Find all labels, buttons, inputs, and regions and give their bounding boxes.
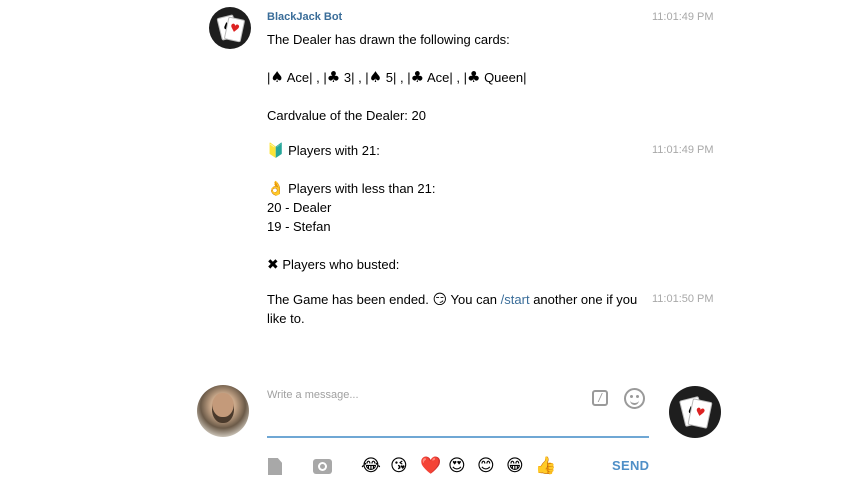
game-ended-line: The Game has been ended. 😏 You can /star… bbox=[267, 291, 637, 309]
heart-eyes-emoji[interactable]: 😍 bbox=[448, 456, 466, 476]
club-icon: ♣ bbox=[326, 68, 341, 86]
game-ended-line2: like to. bbox=[267, 311, 305, 326]
card-label: Queen| bbox=[484, 70, 527, 85]
heart-emoji[interactable]: ❤️ bbox=[420, 456, 441, 476]
game-ended-text: The Game has been ended. bbox=[267, 292, 429, 307]
dealer-cards: |♠ Ace| , |♣ 3| , |♠ 5| , |♣ Ace| , |♣ Q… bbox=[267, 68, 527, 86]
kiss-emoji[interactable]: 😘 bbox=[390, 456, 408, 476]
players-less-line: 👌 Players with less than 21: bbox=[267, 180, 435, 198]
thumbs-up-emoji[interactable]: 👍 bbox=[535, 456, 556, 476]
message-input-underline bbox=[267, 436, 649, 438]
card-label: Ace| bbox=[286, 70, 313, 85]
slash-command-icon[interactable]: / bbox=[592, 390, 608, 406]
smirk-icon: 😏 bbox=[432, 292, 448, 308]
camera-icon[interactable] bbox=[313, 459, 332, 474]
dealer-drawn-text: The Dealer has drawn the following cards… bbox=[267, 32, 510, 47]
user-avatar[interactable] bbox=[197, 385, 249, 437]
sender-name[interactable]: BlackJack Bot bbox=[267, 11, 342, 23]
players-21-text: Players with 21: bbox=[288, 143, 380, 158]
heart-card-icon: ♥ bbox=[687, 398, 713, 429]
user-face bbox=[212, 393, 234, 423]
players-less-text: Players with less than 21: bbox=[288, 181, 436, 196]
players-busted-text: Players who busted: bbox=[282, 257, 400, 272]
club-icon: ♣ bbox=[410, 68, 425, 86]
player-row: 20 - Dealer bbox=[267, 200, 332, 215]
card-label: 3| bbox=[343, 70, 355, 85]
card-label: Ace| bbox=[426, 70, 453, 85]
smiley-icon[interactable] bbox=[624, 388, 645, 409]
message-time: 11:01:49 PM bbox=[652, 11, 714, 23]
ok-hand-icon: 👌 bbox=[267, 181, 285, 197]
bot-avatar[interactable]: ♠ ♥ bbox=[209, 7, 251, 49]
player-row: 19 - Stefan bbox=[267, 219, 331, 234]
game-ended-mid: You can bbox=[450, 292, 498, 307]
bot-avatar[interactable]: ♠ ♥ bbox=[669, 386, 721, 438]
message-input[interactable]: Write a message... bbox=[267, 389, 359, 401]
players-21-line: 🔰 Players with 21: bbox=[267, 142, 380, 160]
card-label: 5| bbox=[385, 70, 397, 85]
players-busted-line: ✖ Players who busted: bbox=[267, 256, 399, 274]
game-ended-suffix: another one if you bbox=[533, 292, 638, 307]
club-icon: ♣ bbox=[466, 68, 481, 86]
message-time: 11:01:49 PM bbox=[652, 144, 714, 156]
beginner-icon: 🔰 bbox=[267, 143, 285, 159]
blush-emoji[interactable]: 😊 bbox=[477, 456, 495, 476]
start-command-link[interactable]: /start bbox=[501, 292, 530, 307]
message-time: 11:01:50 PM bbox=[652, 293, 714, 305]
spade-icon: ♠ bbox=[270, 68, 284, 86]
send-button[interactable]: SEND bbox=[612, 458, 649, 473]
spade-icon: ♠ bbox=[368, 68, 383, 86]
cross-mark-icon: ✖ bbox=[267, 257, 279, 273]
file-icon[interactable] bbox=[268, 458, 282, 475]
grin-emoji[interactable]: 😁 bbox=[506, 456, 524, 476]
heart-card-icon: ♥ bbox=[223, 16, 246, 43]
dealer-cardvalue: Cardvalue of the Dealer: 20 bbox=[267, 108, 426, 123]
joy-emoji[interactable]: 😂 bbox=[361, 456, 381, 476]
